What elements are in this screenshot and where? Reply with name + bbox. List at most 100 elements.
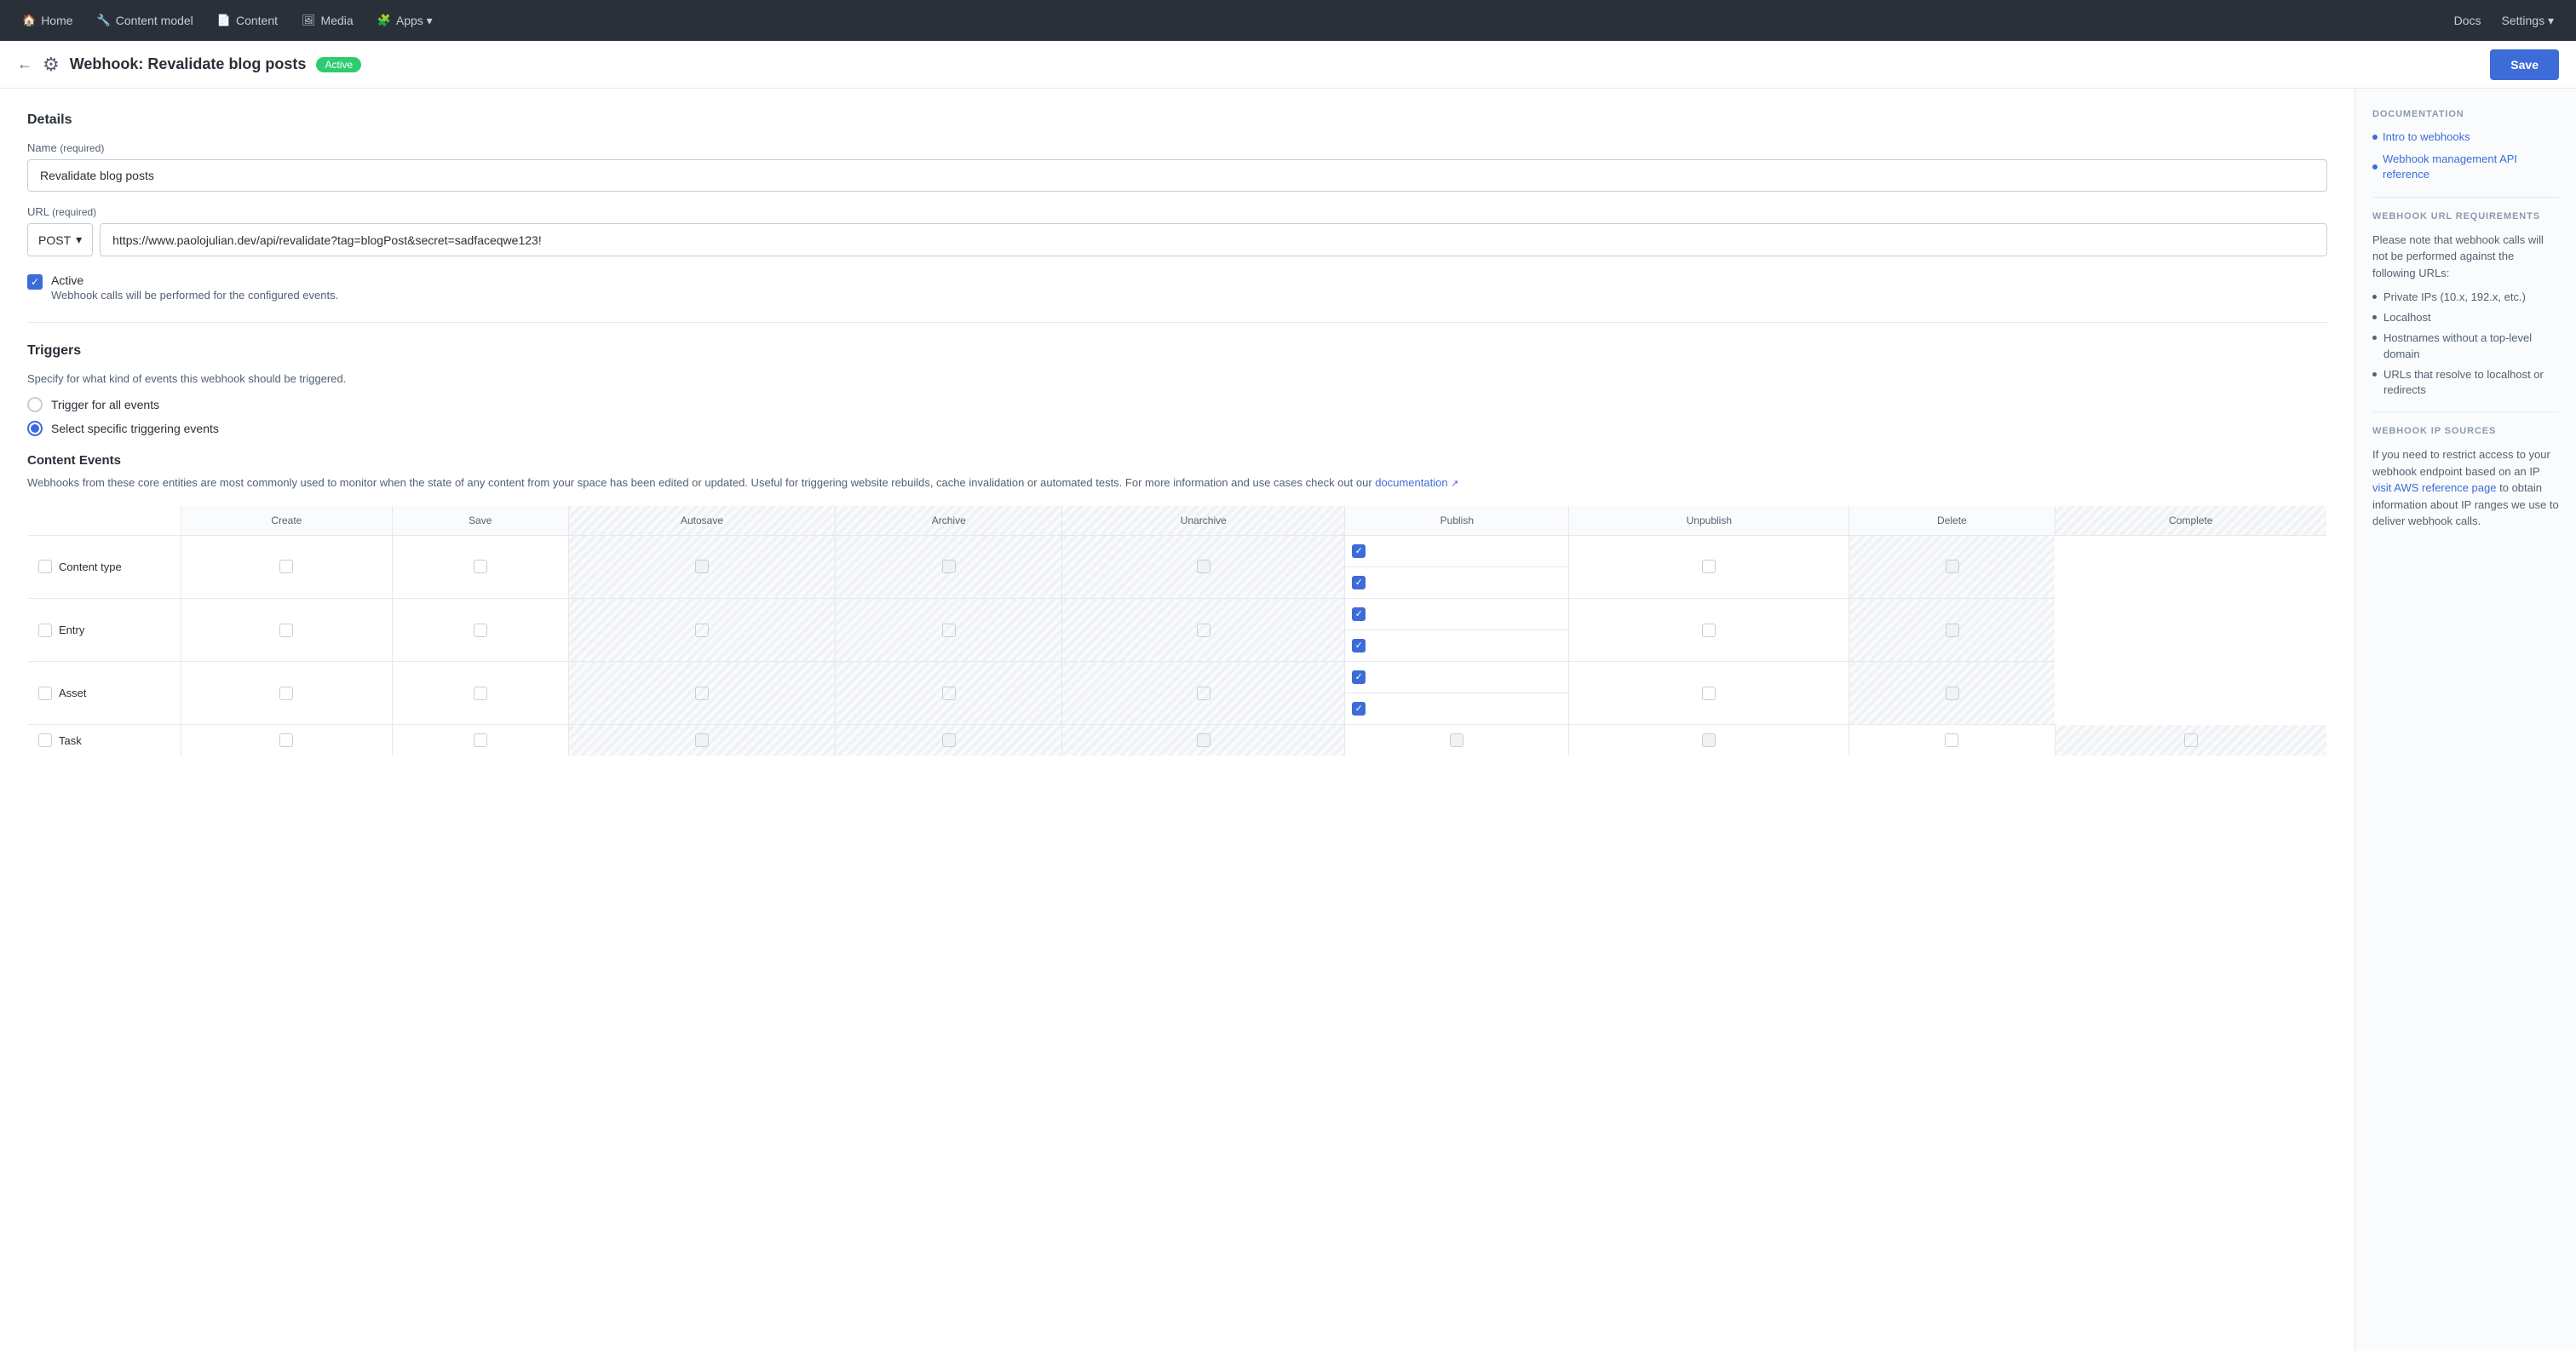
radio-specific-events[interactable]: Select specific triggering events (27, 421, 2327, 436)
active-checkbox-row: ✓ Active Webhook calls will be performed… (27, 273, 2327, 302)
checkbox-archive-disabled (942, 560, 956, 573)
checkbox-unarchive[interactable] (1197, 624, 1210, 637)
col-header-save: Save (392, 505, 568, 535)
checkbox-complete-disabled (1946, 687, 1959, 700)
bullet-icon-2 (2372, 164, 2378, 170)
radio-specific-events-button[interactable] (27, 421, 43, 436)
sidebar-bullet-item: URLs that resolve to localhost or redire… (2372, 367, 2559, 398)
checkbox-archive[interactable] (942, 624, 956, 637)
apps-icon: 🧩 (377, 14, 391, 27)
url-input[interactable] (100, 223, 2327, 256)
checkbox-create[interactable] (279, 733, 293, 747)
url-field-group: URL (required) POST ▾ (27, 205, 2327, 256)
col-header-unarchive: Unarchive (1062, 505, 1345, 535)
col-header-complete: Complete (2055, 505, 2326, 535)
nav-media[interactable]: 🖼 Media (293, 9, 362, 32)
checkbox-save[interactable] (474, 687, 487, 700)
checkbox-publish[interactable]: ✓ (1352, 607, 1366, 621)
sidebar-bullet-item: Private IPs (10.x, 192.x, etc.) (2372, 290, 2559, 305)
nav-content-model-label: Content model (116, 14, 193, 27)
checkbox-unpublish[interactable]: ✓ (1352, 702, 1366, 716)
row-select-checkbox[interactable] (38, 687, 52, 700)
col-header-delete: Delete (1849, 505, 2055, 535)
sidebar-aws-link[interactable]: visit AWS reference page (2372, 481, 2499, 494)
row-select-checkbox[interactable] (38, 560, 52, 573)
nav-content[interactable]: 📄 Content (209, 9, 286, 32)
checkbox-create[interactable] (279, 687, 293, 700)
checkbox-unpublish[interactable]: ✓ (1352, 639, 1366, 653)
events-table: Create Save Autosave Archive Unarchive P… (27, 505, 2327, 757)
status-badge: Active (316, 57, 361, 72)
content-area: Details Name (required) URL (required) P… (0, 89, 2355, 1351)
checkbox-unpublish[interactable]: ✓ (1352, 576, 1366, 589)
table-row: Entry✓✓ (28, 599, 2327, 662)
content-model-icon: 🔧 (97, 14, 111, 27)
triggers-title: Triggers (27, 343, 2327, 359)
col-header-autosave: Autosave (568, 505, 835, 535)
sidebar-ip-title: WEBHOOK IP SOURCES (2372, 426, 2559, 436)
sidebar-url-req-text: Please note that webhook calls will not … (2372, 232, 2559, 282)
checkbox-save[interactable] (474, 733, 487, 747)
save-button[interactable]: Save (2490, 49, 2559, 80)
checkbox-create[interactable] (279, 560, 293, 573)
checkbox-delete[interactable] (1702, 560, 1716, 573)
page-title: Webhook: Revalidate blog posts (70, 55, 307, 73)
radio-all-events[interactable]: Trigger for all events (27, 397, 2327, 412)
method-select[interactable]: POST ▾ (27, 223, 93, 256)
checkbox-publish[interactable]: ✓ (1352, 544, 1366, 558)
external-link-icon: ↗ (1451, 479, 1458, 489)
checkbox-archive[interactable] (942, 687, 956, 700)
checkbox-unpublish-disabled (1702, 733, 1716, 747)
checkbox-unarchive[interactable] (1197, 687, 1210, 700)
checkbox-save[interactable] (474, 560, 487, 573)
col-header-archive: Archive (836, 505, 1062, 535)
nav-content-model[interactable]: 🔧 Content model (89, 9, 202, 32)
nav-settings[interactable]: Settings ▾ (2493, 9, 2562, 33)
col-header-unpublish: Unpublish (1569, 505, 1849, 535)
sidebar-bullet-item: Localhost (2372, 310, 2559, 325)
name-input[interactable] (27, 159, 2327, 192)
col-header-entity (28, 505, 181, 535)
table-row: Asset✓✓ (28, 662, 2327, 725)
checkbox-complete[interactable] (2184, 733, 2198, 747)
row-select-checkbox[interactable] (38, 733, 52, 747)
triggers-desc: Specify for what kind of events this web… (27, 372, 2327, 385)
checkbox-publish[interactable]: ✓ (1352, 670, 1366, 684)
nav-home-label: Home (41, 14, 72, 27)
nav-apps[interactable]: 🧩 Apps ▾ (369, 9, 441, 33)
checkbox-save[interactable] (474, 624, 487, 637)
nav-home[interactable]: 🏠 Home (14, 9, 82, 32)
media-icon: 🖼 (302, 14, 316, 27)
triggers-section: Triggers Specify for what kind of events… (27, 343, 2327, 756)
nav-content-label: Content (236, 14, 278, 27)
sidebar-intro-link[interactable]: Intro to webhooks (2372, 129, 2559, 145)
radio-all-events-label: Trigger for all events (51, 398, 159, 411)
checkbox-autosave[interactable] (695, 624, 709, 637)
sidebar-api-link[interactable]: Webhook management API reference (2372, 152, 2559, 182)
nav-docs[interactable]: Docs (2446, 9, 2490, 33)
checkbox-delete[interactable] (1945, 733, 1958, 747)
active-checkbox[interactable]: ✓ (27, 274, 43, 290)
main-layout: Details Name (required) URL (required) P… (0, 89, 2576, 1351)
content-icon: 📄 (217, 14, 231, 27)
doc-link[interactable]: documentation ↗ (1375, 476, 1458, 489)
back-button[interactable]: ← (17, 55, 32, 73)
details-title: Details (27, 112, 2327, 128)
radio-specific-events-label: Select specific triggering events (51, 422, 219, 435)
checkbox-delete[interactable] (1702, 624, 1716, 637)
url-row: POST ▾ (27, 223, 2327, 256)
details-section: Details Name (required) URL (required) P… (27, 112, 2327, 302)
active-label: Active (51, 273, 338, 287)
row-select-checkbox[interactable] (38, 624, 52, 637)
radio-all-events-button[interactable] (27, 397, 43, 412)
checkbox-create[interactable] (279, 624, 293, 637)
checkbox-complete-disabled (1946, 624, 1959, 637)
nav-media-label: Media (321, 14, 354, 27)
top-nav: 🏠 Home 🔧 Content model 📄 Content 🖼 Media… (0, 0, 2576, 41)
page-header: ← ⚙ Webhook: Revalidate blog posts Activ… (0, 41, 2576, 89)
gear-icon: ⚙ (43, 54, 60, 76)
content-events-section: Content Events Webhooks from these core … (27, 453, 2327, 756)
checkbox-autosave[interactable] (695, 687, 709, 700)
table-row: Task (28, 725, 2327, 756)
checkbox-delete[interactable] (1702, 687, 1716, 700)
